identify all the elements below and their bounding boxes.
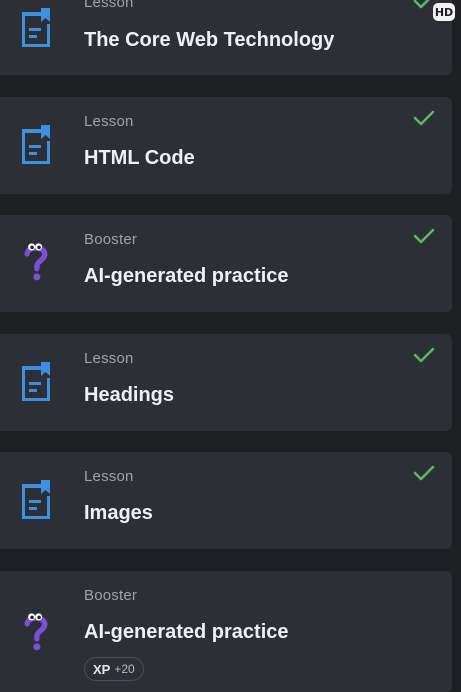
item-type-label: Lesson bbox=[84, 350, 134, 367]
checkmark-icon bbox=[413, 347, 435, 363]
checkmark-icon bbox=[413, 110, 435, 126]
lesson-icon bbox=[22, 8, 50, 47]
xp-value: +20 bbox=[114, 662, 135, 676]
booster-card[interactable]: Booster AI-generated practice XP +20 bbox=[0, 571, 452, 692]
item-type-label: Lesson bbox=[84, 113, 134, 130]
lesson-list-screen: Lesson The Core Web Technology Lesson HT… bbox=[0, 0, 461, 692]
item-type-label: Lesson bbox=[84, 468, 134, 485]
lesson-icon bbox=[22, 480, 50, 519]
item-type-label: Booster bbox=[84, 587, 138, 604]
booster-question-icon bbox=[24, 243, 48, 281]
xp-label: XP bbox=[93, 661, 111, 677]
item-type-label: Lesson bbox=[84, 0, 134, 11]
lesson-card[interactable]: Lesson Headings bbox=[0, 334, 452, 431]
booster-card[interactable]: Booster AI-generated practice bbox=[0, 215, 452, 312]
lesson-card[interactable]: Lesson The Core Web Technology bbox=[0, 0, 452, 75]
lesson-card[interactable]: Lesson HTML Code bbox=[0, 97, 452, 194]
item-title: Headings bbox=[84, 384, 175, 406]
lesson-icon bbox=[22, 362, 50, 401]
lesson-icon bbox=[22, 125, 50, 164]
xp-reward-badge: XP +20 bbox=[84, 657, 144, 681]
checkmark-icon bbox=[413, 465, 435, 481]
item-title: The Core Web Technology bbox=[84, 29, 335, 51]
item-title: Images bbox=[84, 502, 153, 524]
item-title: AI-generated practice bbox=[84, 265, 289, 287]
checkmark-icon bbox=[413, 228, 435, 244]
item-type-label: Booster bbox=[84, 231, 138, 248]
hd-quality-badge: HD bbox=[433, 3, 455, 21]
item-title: AI-generated practice bbox=[84, 621, 289, 643]
lesson-card[interactable]: Lesson Images bbox=[0, 452, 452, 549]
booster-question-icon bbox=[24, 613, 48, 651]
item-title: HTML Code bbox=[84, 147, 195, 169]
